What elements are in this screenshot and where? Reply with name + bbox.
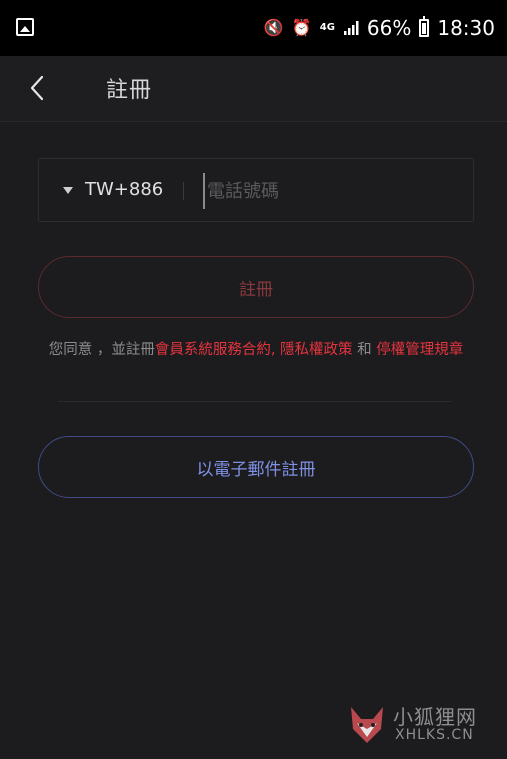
- battery-percent: 66%: [366, 16, 412, 40]
- app-header: 註冊: [0, 56, 507, 122]
- suspension-rules-link[interactable]: 停權管理規章: [376, 342, 463, 358]
- caret-down-icon[interactable]: [63, 187, 73, 194]
- battery-icon: [419, 16, 430, 37]
- watermark-text-cn: 小狐狸网: [393, 705, 477, 729]
- agreement-and: 和: [352, 342, 377, 358]
- privacy-policy-link[interactable]: 隱私權政策: [280, 342, 353, 358]
- watermark: 小狐狸网 XHLKS.CN: [345, 701, 495, 749]
- email-register-button[interactable]: 以電子郵件註冊: [38, 436, 474, 498]
- clock: 18:30: [437, 16, 495, 40]
- service-agreement-link[interactable]: 會員系統服務合約: [155, 342, 271, 358]
- signal-icon: [343, 21, 359, 35]
- field-divider: [183, 182, 184, 200]
- section-divider: [58, 401, 452, 402]
- gallery-icon: [16, 18, 34, 36]
- agreement-separator: ,: [270, 342, 281, 358]
- fox-logo-icon: [351, 707, 383, 743]
- alarm-icon: ⏰: [291, 18, 312, 37]
- network-type: 4G: [319, 22, 335, 33]
- agreement-text: 您同意 ，並註冊會員系統服務合約, 隱私權政策 和 停權管理規章: [38, 338, 474, 362]
- watermark-text-en: XHLKS.CN: [395, 727, 474, 743]
- mute-icon: 🔇: [263, 18, 284, 37]
- status-icons: 🔇 ⏰ 4G 66% 18:30: [264, 14, 495, 42]
- phone-input-row: TW+886: [38, 158, 474, 222]
- register-button[interactable]: 註冊: [38, 256, 474, 318]
- country-code-selector[interactable]: TW+886: [85, 179, 163, 200]
- phone-number-input[interactable]: [203, 173, 453, 209]
- agreement-prefix: 您同意 ，並註冊: [48, 342, 155, 358]
- page-title: 註冊: [106, 78, 153, 103]
- status-bar: 🔇 ⏰ 4G 66% 18:30: [0, 0, 507, 56]
- back-arrow-icon[interactable]: [28, 73, 48, 103]
